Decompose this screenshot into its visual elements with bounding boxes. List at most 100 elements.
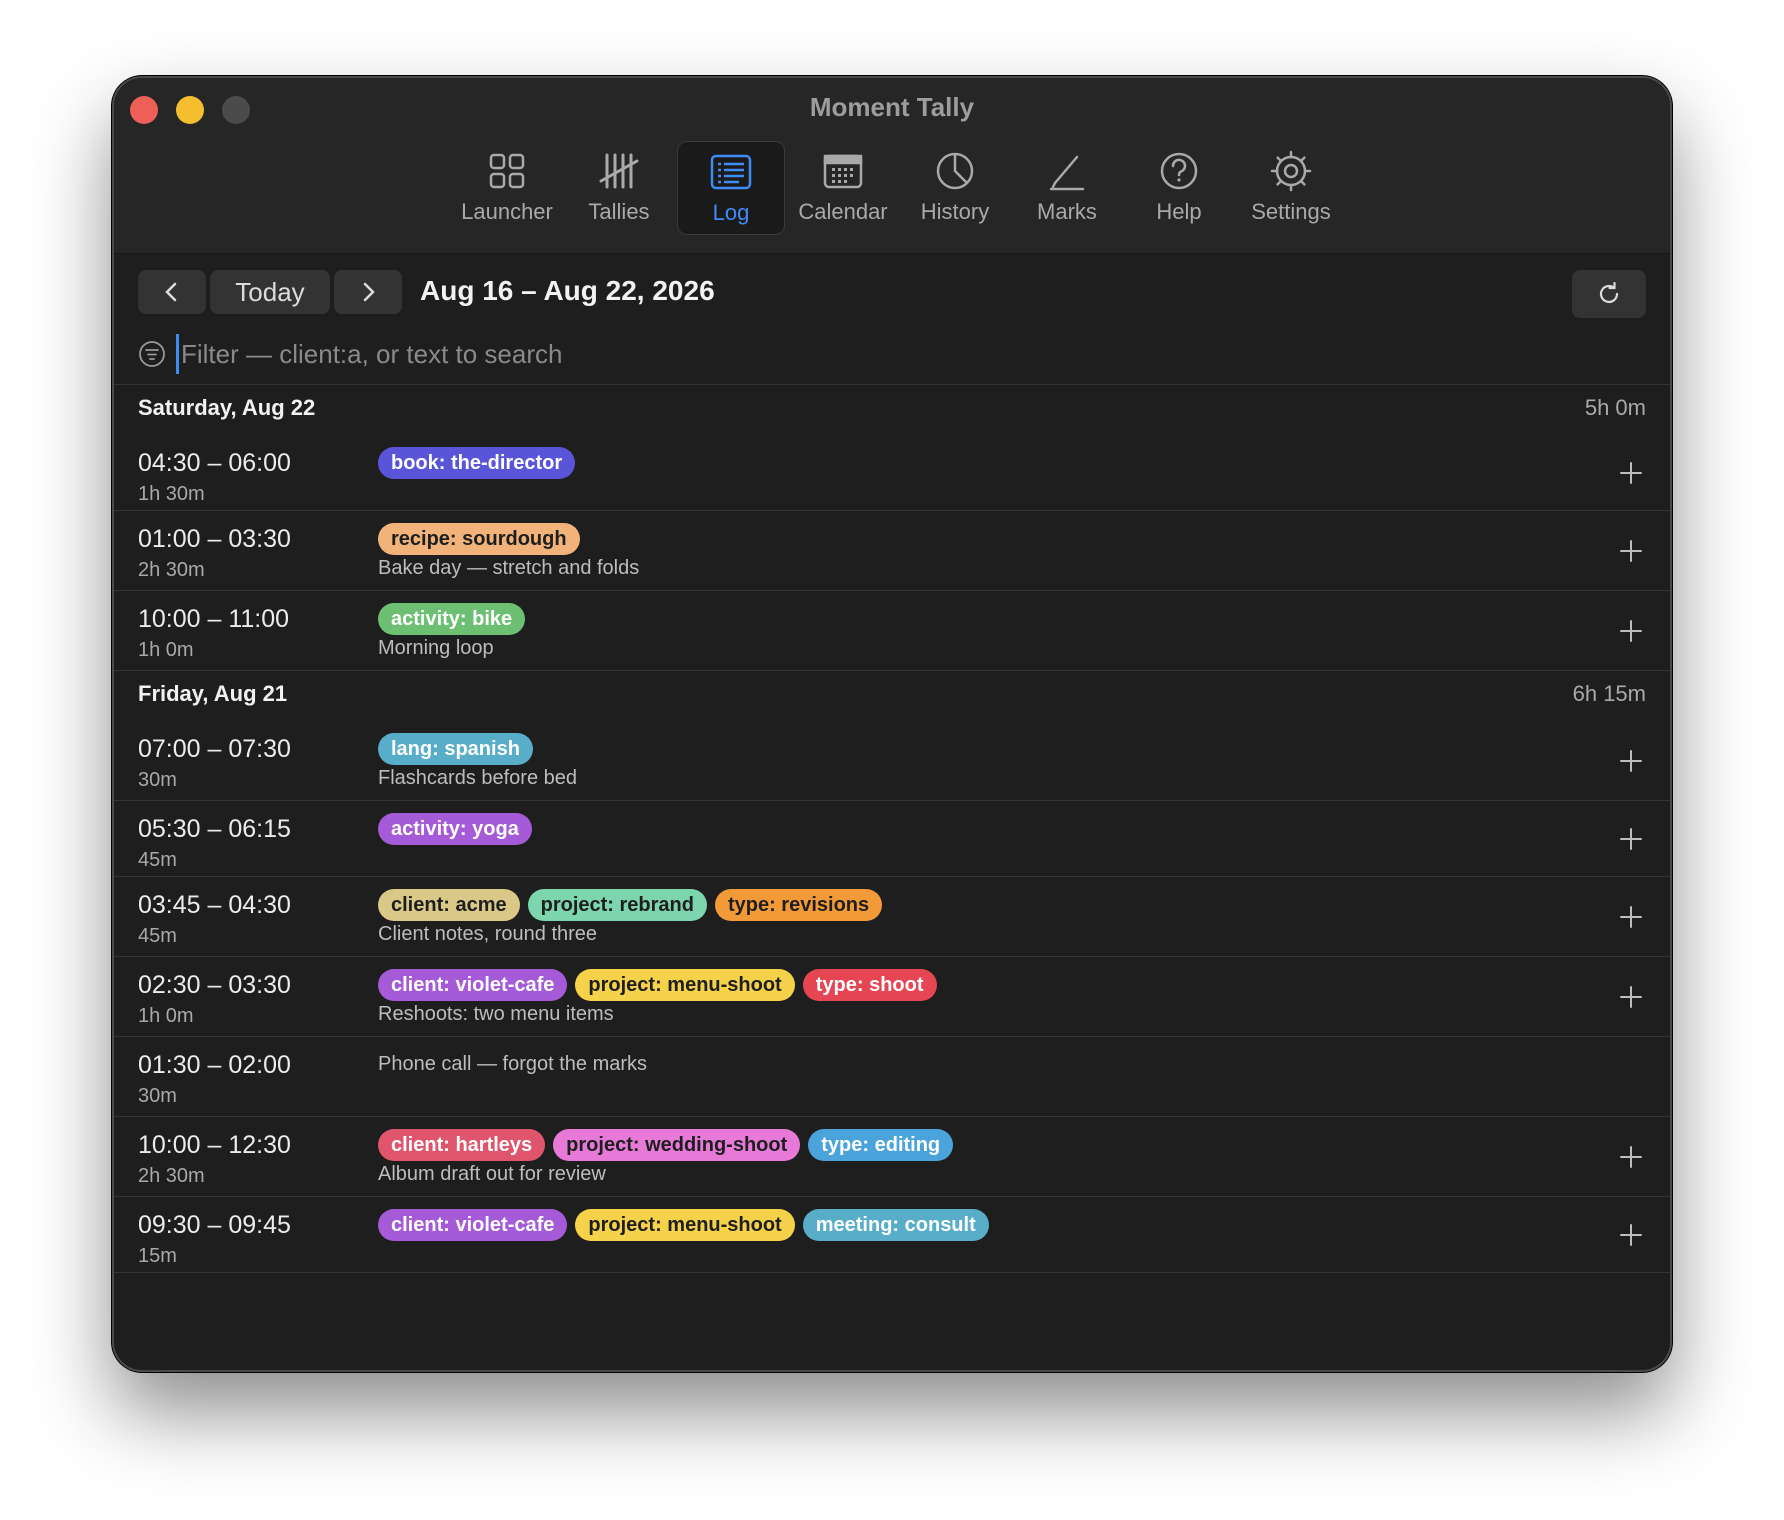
tag-chip[interactable]: lang: spanish — [378, 733, 533, 765]
date-range-title: Aug 16 – Aug 22, 2026 — [420, 275, 715, 306]
entry-time-range: 10:00 – 12:30 — [138, 1131, 291, 1159]
entry-time-range: 04:30 – 06:00 — [138, 449, 291, 477]
day-total: 6h 15m — [1572, 681, 1646, 706]
entry-tags: client: acme project: rebrand type: revisi… — [378, 889, 883, 921]
add-mark-icon[interactable] — [1616, 458, 1646, 488]
main-toolbar: Launcher Tallies Log Calendar History Ma… — [114, 141, 1670, 235]
calendar-icon — [823, 154, 863, 189]
gear-icon — [1270, 150, 1312, 192]
tab-tallies[interactable]: Tallies — [565, 141, 673, 235]
log-entry[interactable]: 09:30 – 09:45 15m client: violet-cafe proje… — [114, 1197, 1670, 1273]
tag-chip[interactable]: client: hartleys — [378, 1129, 546, 1161]
chevron-right-icon — [363, 282, 375, 302]
entry-time-range: 05:30 – 06:15 — [138, 815, 291, 843]
pencil-icon — [1049, 155, 1085, 191]
tag-chip[interactable]: book: the-director — [378, 447, 576, 479]
tag-chip[interactable]: type: editing — [808, 1129, 954, 1161]
entry-note: Flashcards before bed — [378, 767, 578, 789]
entry-duration: 1h 0m — [138, 1005, 194, 1027]
tag-chip[interactable]: project: wedding-shoot — [553, 1129, 801, 1161]
add-mark-icon[interactable] — [1616, 746, 1646, 776]
pie-chart-icon — [936, 152, 974, 190]
tab-calendar[interactable]: Calendar — [789, 141, 897, 235]
tab-log[interactable]: Log — [677, 141, 785, 235]
grid-icon — [489, 153, 525, 189]
chevron-left-icon — [165, 282, 177, 302]
entry-tags: client: violet-cafe project: menu-shoot ty… — [378, 969, 937, 1001]
previous-week-button[interactable] — [138, 270, 206, 314]
list-icon — [710, 154, 752, 190]
tab-label: Tallies — [588, 199, 650, 224]
add-mark-icon[interactable] — [1616, 536, 1646, 566]
add-mark-icon[interactable] — [1616, 824, 1646, 854]
tab-label: History — [920, 199, 990, 224]
entry-duration: 15m — [138, 1245, 177, 1267]
log-entry[interactable]: 01:30 – 02:00 30m Phone call — forgot the … — [114, 1037, 1670, 1117]
log-entry[interactable]: 07:00 – 07:30 30m lang: spanish Flashcards … — [114, 721, 1670, 801]
refresh-button[interactable] — [1572, 270, 1646, 318]
entry-tags: lang: spanish — [378, 733, 533, 765]
log-entry[interactable]: 03:45 – 04:30 45m client: acme project: reb… — [114, 877, 1670, 957]
entry-time-range: 10:00 – 11:00 — [138, 605, 290, 633]
today-button[interactable]: Today — [210, 270, 330, 314]
add-mark-icon[interactable] — [1616, 982, 1646, 1012]
tag-chip[interactable]: client: violet-cafe — [378, 969, 568, 1001]
add-mark-icon[interactable] — [1616, 902, 1646, 932]
tag-chip[interactable]: project: rebrand — [527, 889, 707, 921]
filter-bar — [138, 332, 1646, 376]
entry-note: Morning loop — [378, 637, 494, 659]
log-entry[interactable]: 05:30 – 06:15 45m activity: yoga — [114, 801, 1670, 877]
entry-tags: client: violet-cafe project: menu-shoot me… — [378, 1209, 989, 1241]
entry-note: Phone call — forgot the marks — [378, 1053, 648, 1075]
tab-settings[interactable]: Settings — [1237, 141, 1345, 235]
entry-tags: recipe: sourdough — [378, 523, 580, 555]
tag-chip[interactable]: activity: bike — [378, 603, 526, 635]
tag-chip[interactable]: type: shoot — [802, 969, 937, 1001]
add-mark-icon[interactable] — [1616, 1220, 1646, 1250]
tag-chip[interactable]: type: revisions — [714, 889, 883, 921]
tab-marks[interactable]: Marks — [1013, 141, 1121, 235]
entry-tags: book: the-director — [378, 447, 576, 479]
add-mark-icon[interactable] — [1616, 616, 1646, 646]
log-entry[interactable]: 01:00 – 03:30 2h 30m recipe: sourdough Bake… — [114, 511, 1670, 591]
entry-duration: 2h 30m — [138, 1165, 205, 1187]
tag-chip[interactable]: client: violet-cafe — [378, 1209, 568, 1241]
log-list: Saturday, Aug 22 5h 0m 04:30 – 06:00 1h 30m… — [114, 385, 1670, 1273]
entry-duration: 30m — [138, 769, 177, 791]
tally-marks-icon — [599, 153, 639, 189]
tab-help[interactable]: Help — [1125, 141, 1233, 235]
tag-chip[interactable]: project: menu-shoot — [575, 1209, 795, 1241]
entry-duration: 1h 0m — [138, 639, 194, 661]
tag-chip[interactable]: recipe: sourdough — [378, 523, 580, 555]
log-entry[interactable]: 04:30 – 06:00 1h 30m book: the-director — [114, 435, 1670, 511]
entry-duration: 45m — [138, 925, 177, 947]
day-header: Friday, Aug 21 6h 15m — [114, 671, 1670, 721]
entry-note: Bake day — stretch and folds — [378, 557, 640, 579]
day-header: Saturday, Aug 22 5h 0m — [114, 385, 1670, 435]
tab-label: Launcher — [461, 199, 553, 224]
tab-label: Log — [712, 200, 750, 225]
entry-note: Client notes, round three — [378, 923, 598, 945]
tab-history[interactable]: History — [901, 141, 1009, 235]
tab-launcher[interactable]: Launcher — [453, 141, 561, 235]
entry-time-range: 03:45 – 04:30 — [138, 891, 291, 919]
entry-duration: 30m — [138, 1085, 177, 1107]
entry-tags: activity: yoga — [378, 813, 532, 845]
tag-chip[interactable]: client: acme — [378, 889, 520, 921]
day-total: 5h 0m — [1584, 395, 1646, 420]
tag-chip[interactable]: meeting: consult — [802, 1209, 989, 1241]
tag-chip[interactable]: project: menu-shoot — [575, 969, 795, 1001]
tag-chip[interactable]: activity: yoga — [378, 813, 532, 845]
window-title: Moment Tally — [809, 92, 975, 122]
add-mark-icon[interactable] — [1616, 1142, 1646, 1172]
entry-time-range: 01:30 – 02:00 — [138, 1051, 291, 1079]
app-window: Moment Tally Launcher Tallies Log Calend… — [112, 76, 1672, 1372]
log-entry[interactable]: 10:00 – 11:00 1h 0m activity: bike Morning … — [114, 591, 1670, 671]
log-entry[interactable]: 02:30 – 03:30 1h 0m client: violet-cafe pro… — [114, 957, 1670, 1037]
date-navigation: Today Aug 16 – Aug 22, 2026 — [138, 270, 1646, 318]
next-week-button[interactable] — [334, 270, 402, 314]
filter-input[interactable] — [176, 334, 1076, 374]
day-title: Saturday, Aug 22 — [138, 395, 316, 420]
tab-label: Settings — [1251, 199, 1331, 224]
log-entry[interactable]: 10:00 – 12:30 2h 30m client: hartleys proje… — [114, 1117, 1670, 1197]
